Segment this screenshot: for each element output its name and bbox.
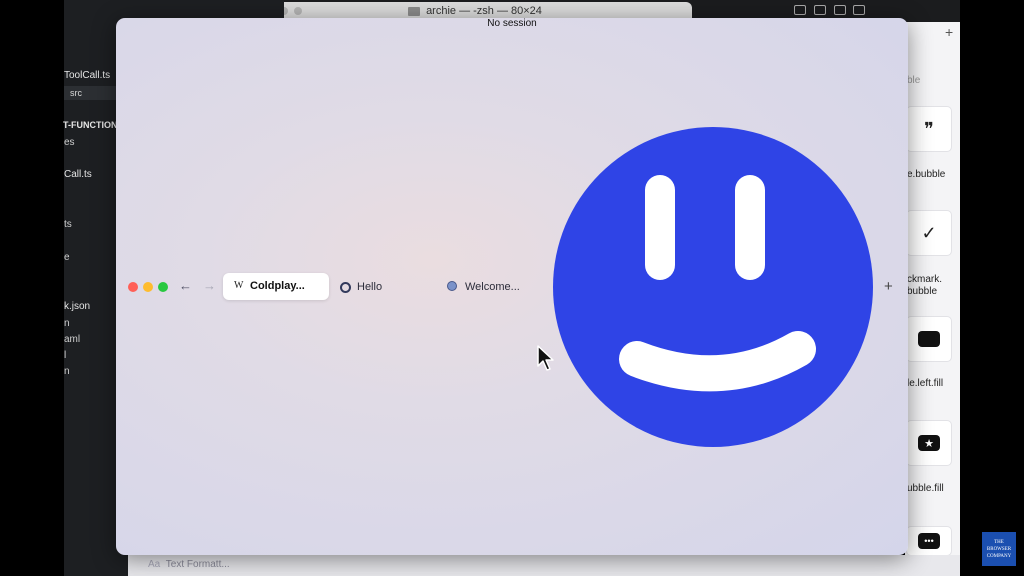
editor-line[interactable]: k.json (64, 301, 90, 312)
symbol-label: le.left.fill (907, 378, 944, 389)
globe-icon (447, 281, 457, 291)
bubble-left-fill-icon (918, 331, 940, 347)
layout-grid-icon[interactable] (853, 5, 865, 15)
ellipsis-bubble-fill-icon: ••• (918, 533, 940, 549)
terminal-title: archie — -zsh — 80×24 (426, 5, 542, 17)
mouse-cursor-icon (537, 345, 554, 371)
panel-right-icon[interactable] (834, 5, 846, 15)
browser-company-logo: THE BROWSER COMPANY (982, 532, 1016, 566)
tab-label: Hello (357, 281, 383, 293)
symbol-card[interactable]: ••• (906, 526, 952, 556)
symbol-card[interactable]: ★ (906, 420, 952, 466)
symbol-card[interactable]: ✓ (906, 210, 952, 256)
logo-text: THE BROWSER COMPANY (986, 539, 1012, 559)
editor-line: es (64, 137, 75, 148)
editor-section-header: T-FUNCTION (63, 120, 118, 130)
bottom-symbols-strip (128, 555, 960, 576)
minimize-button[interactable] (143, 282, 153, 292)
symbol-label: ckmark. (907, 274, 942, 285)
symbol-label: e.bubble (907, 169, 946, 180)
back-arrow-icon[interactable]: ← (179, 278, 192, 293)
editor-line: ts (64, 219, 72, 230)
editor-line: n (64, 318, 70, 329)
screen-edge (960, 0, 1024, 576)
smiley-face-icon (553, 127, 873, 447)
editor-line: aml (64, 334, 81, 345)
symbol-label: bubble (907, 286, 938, 297)
symbols-search-text: ble (907, 75, 921, 86)
editor-src-chip[interactable]: src (64, 86, 116, 100)
zoom-button[interactable] (158, 282, 168, 292)
symbol-label: ubble.fill (907, 483, 944, 494)
quote-bubble-icon: ❞ (924, 118, 934, 139)
checkmark-bubble-icon: ✓ (921, 222, 937, 243)
text-formatting-text: Text Formatt... (165, 559, 230, 570)
editor-line: n (64, 366, 70, 377)
editor-file-tab[interactable]: ToolCall.ts (64, 70, 110, 81)
editor-line: l (64, 350, 67, 361)
circle-icon (340, 282, 351, 293)
close-button[interactable] (128, 282, 138, 292)
symbol-card[interactable] (906, 316, 952, 362)
panel-plus-icon[interactable]: + (945, 24, 953, 40)
editor-line: e (64, 252, 70, 263)
forward-arrow-icon[interactable]: → (203, 278, 216, 293)
tab-label: Coldplay... (250, 280, 305, 292)
text-formatting-label[interactable]: Aa Text Formatt... (148, 559, 230, 570)
terminal-zoom-light[interactable] (294, 7, 302, 15)
session-status: No session (487, 18, 537, 29)
folder-icon (408, 6, 421, 16)
sidebar-toggle-icon[interactable] (794, 5, 806, 15)
new-tab-button[interactable]: + (884, 278, 893, 295)
panel-bottom-icon[interactable] (814, 5, 826, 15)
star-bubble-fill-icon: ★ (918, 435, 940, 451)
tab-coldplay[interactable]: W Coldplay... (223, 273, 329, 300)
symbol-card[interactable]: ❞ (906, 106, 952, 152)
wikipedia-icon: W (234, 280, 244, 291)
editor-line[interactable]: Call.ts (64, 169, 92, 180)
smiley-circle (553, 127, 873, 447)
tab-label: Welcome... (465, 281, 520, 293)
